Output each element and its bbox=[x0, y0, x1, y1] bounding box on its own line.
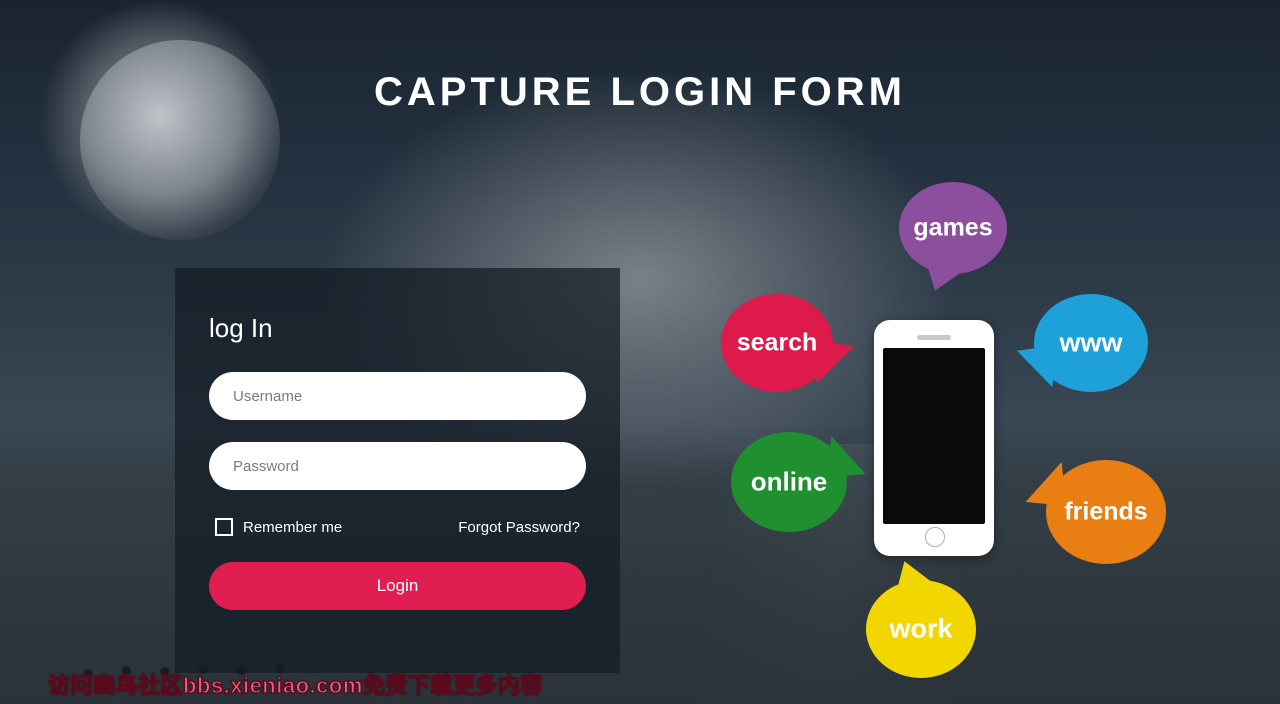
remember-me-label: Remember me bbox=[243, 519, 342, 536]
bubble-friends-label: friends bbox=[1046, 498, 1166, 527]
phone-illustration bbox=[874, 320, 994, 556]
bubble-games-label: games bbox=[899, 214, 1007, 243]
bubble-online: online bbox=[731, 432, 847, 532]
page-background: CAPTURE LOGIN FORM log In Remember me Fo… bbox=[0, 0, 1280, 704]
bubble-tail-icon bbox=[892, 558, 941, 595]
bubble-games: games bbox=[899, 182, 1007, 274]
remember-me-checkbox[interactable]: Remember me bbox=[215, 518, 342, 536]
bubble-online-label: online bbox=[731, 467, 847, 498]
phone-speaker-icon bbox=[917, 335, 951, 340]
bubble-www-label: www bbox=[1034, 328, 1148, 359]
bubble-tail-icon bbox=[921, 259, 971, 295]
bubble-friends: friends bbox=[1046, 460, 1166, 564]
username-input[interactable] bbox=[209, 372, 586, 420]
login-card: log In Remember me Forgot Password? Logi… bbox=[175, 268, 620, 673]
login-heading: log In bbox=[209, 313, 586, 344]
login-button[interactable]: Login bbox=[209, 562, 586, 610]
bubble-search-label: search bbox=[721, 329, 833, 358]
bubble-work: work bbox=[866, 580, 976, 678]
page-title: CAPTURE LOGIN FORM bbox=[0, 70, 1280, 115]
forgot-password-link[interactable]: Forgot Password? bbox=[458, 519, 580, 536]
checkbox-icon bbox=[215, 518, 233, 536]
bubble-www: www bbox=[1034, 294, 1148, 392]
bubble-work-label: work bbox=[866, 614, 976, 645]
bubble-search: search bbox=[721, 294, 833, 392]
footer-watermark: 访问幽鸟社区bbs.xieniao.com免费下载更多内容 bbox=[48, 668, 543, 700]
password-input[interactable] bbox=[209, 442, 586, 490]
